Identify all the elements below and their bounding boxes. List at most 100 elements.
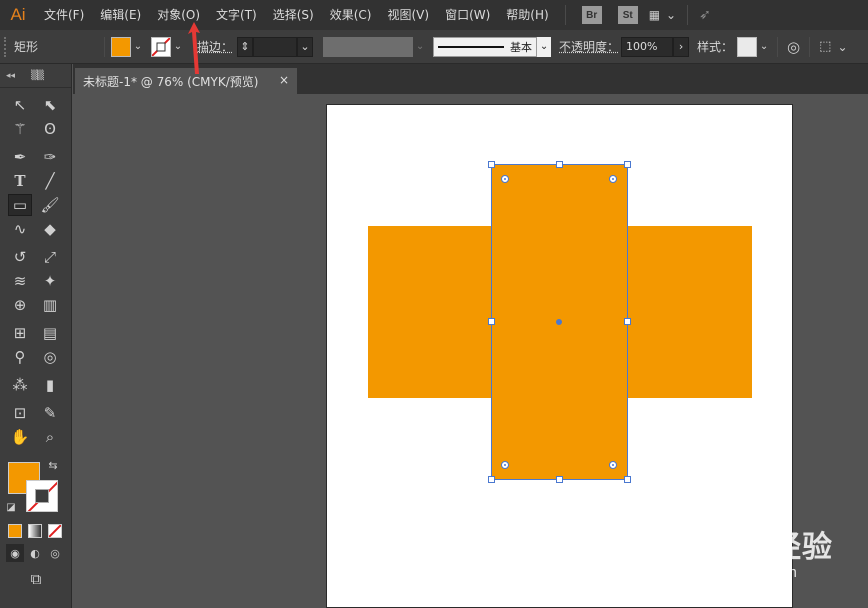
rotate-tool-icon[interactable]: ↺	[8, 246, 32, 268]
opacity-arrow-icon[interactable]: ›	[673, 36, 690, 57]
draw-behind-icon[interactable]: ◐	[26, 544, 44, 562]
swap-fill-stroke-icon[interactable]: ⇆	[46, 458, 60, 472]
artboard-tool-icon[interactable]: ⊡	[8, 402, 32, 424]
close-icon[interactable]: ×	[279, 73, 289, 87]
stroke-color-box[interactable]	[26, 480, 58, 512]
watermark-logo-text: Bai du 经验	[664, 531, 834, 564]
type-tool-icon[interactable]: T	[8, 170, 32, 192]
recolor-artwork-icon[interactable]: ◎	[787, 38, 800, 56]
default-fill-stroke-icon[interactable]: ◪	[4, 500, 18, 514]
stroke-swatch[interactable]	[151, 36, 171, 57]
panel-grip[interactable]	[4, 36, 10, 57]
fill-dropdown-icon[interactable]: ⌄	[131, 37, 145, 57]
brush-dropdown-icon[interactable]: ⌄	[537, 36, 552, 57]
center-point	[556, 319, 562, 325]
corner-widget-top-right[interactable]	[609, 175, 617, 183]
resize-handle-top[interactable]	[556, 161, 563, 168]
menu-select[interactable]: 选择(S)	[265, 0, 322, 30]
screen-mode-icon[interactable]: ⧉	[24, 568, 48, 590]
gradient-mode-button[interactable]	[28, 524, 42, 538]
control-bar: 矩形 ⌄ ⌄ 描边： ⇕ ⌄ ⌄ 基本 ⌄ 不透明度： 100% › 样式： ⌄…	[0, 30, 868, 64]
resize-handle-top-left[interactable]	[488, 161, 495, 168]
scale-tool-icon[interactable]: ⤢	[38, 246, 62, 268]
eraser-tool-icon[interactable]: ◆	[38, 218, 62, 240]
style-label: 样式：	[697, 40, 734, 54]
line-tool-icon[interactable]: ╱	[38, 170, 62, 192]
shape-builder-tool-icon[interactable]: ⊕	[8, 294, 32, 316]
resize-handle-right[interactable]	[624, 318, 631, 325]
none-mode-button[interactable]	[48, 524, 62, 538]
paintbrush-tool-icon[interactable]: 🖌	[38, 194, 62, 216]
profile-dropdown-icon[interactable]: ⌄	[413, 37, 427, 57]
gpu-performance-icon[interactable]: ➶	[699, 7, 711, 23]
menu-effect[interactable]: 效果(C)	[322, 0, 380, 30]
workspace-layout-icon[interactable]: ▦	[649, 8, 660, 22]
puppet-warp-tool-icon[interactable]: ✦	[38, 270, 62, 292]
color-mode-button[interactable]	[8, 524, 22, 538]
zoom-tool-icon[interactable]: ⌕	[38, 426, 62, 448]
stroke-weight-stepper[interactable]: ⇕	[237, 36, 254, 57]
resize-handle-bottom-left[interactable]	[488, 476, 495, 483]
stroke-weight-input[interactable]	[253, 36, 298, 57]
selection-tool-icon[interactable]: ↖	[8, 94, 32, 116]
align-to-icon[interactable]: ⬚	[819, 39, 831, 54]
menu-file[interactable]: 文件(F)	[36, 0, 92, 30]
direct-selection-tool-icon[interactable]: ⬉	[38, 94, 62, 116]
menu-separator	[687, 5, 689, 25]
bridge-button[interactable]: Br	[581, 6, 602, 24]
object-type-label: 矩形	[14, 40, 39, 54]
stroke-dropdown-icon[interactable]: ⌄	[171, 37, 185, 57]
perspective-grid-tool-icon[interactable]: ▥	[38, 294, 62, 316]
resize-handle-left[interactable]	[488, 318, 495, 325]
resize-handle-bottom[interactable]	[556, 476, 563, 483]
right-rectangle[interactable]	[628, 226, 752, 398]
brush-definition[interactable]: 基本	[433, 36, 538, 57]
corner-widget-top-left[interactable]	[501, 175, 509, 183]
shaper-tool-icon[interactable]: ∿	[8, 218, 32, 240]
fill-swatch[interactable]	[111, 36, 131, 57]
control-separator	[777, 36, 779, 57]
slice-tool-icon[interactable]: ✎	[38, 402, 62, 424]
symbol-sprayer-tool-icon[interactable]: ⁂	[8, 374, 32, 396]
resize-handle-bottom-right[interactable]	[624, 476, 631, 483]
opacity-label[interactable]: 不透明度：	[559, 38, 619, 55]
style-dropdown-icon[interactable]: ⌄	[757, 37, 771, 57]
chevron-down-icon[interactable]: ⌄	[666, 8, 676, 22]
draw-inside-icon[interactable]: ◎	[46, 544, 64, 562]
chevron-down-icon[interactable]: ⌄	[837, 40, 847, 54]
stock-button[interactable]: St	[617, 6, 638, 24]
menu-edit[interactable]: 编辑(E)	[92, 0, 149, 30]
stroke-inner-swatch	[35, 489, 49, 503]
hand-tool-icon[interactable]: ✋	[8, 426, 32, 448]
resize-handle-top-right[interactable]	[624, 161, 631, 168]
left-rectangle[interactable]	[368, 226, 492, 398]
gradient-tool-icon[interactable]: ▤	[38, 322, 62, 344]
menu-type[interactable]: 文字(T)	[208, 0, 265, 30]
stroke-weight-dropdown[interactable]: ⌄	[297, 36, 314, 57]
menu-view[interactable]: 视图(V)	[379, 0, 437, 30]
rectangle-tool-icon[interactable]: ▭	[8, 194, 32, 216]
collapse-panel-icon[interactable]: ◂◂	[6, 71, 15, 81]
panel-grip-icon[interactable]: ▒▒	[31, 71, 44, 81]
menu-help[interactable]: 帮助(H)	[498, 0, 556, 30]
variable-width-profile[interactable]	[323, 36, 414, 57]
menu-separator	[564, 5, 566, 25]
lasso-tool-icon[interactable]: ʘ	[38, 118, 62, 140]
column-graph-tool-icon[interactable]: ▮	[38, 374, 62, 396]
draw-normal-icon[interactable]: ◉	[6, 544, 24, 562]
control-separator	[809, 36, 811, 57]
corner-widget-bottom-right[interactable]	[609, 461, 617, 469]
blend-tool-icon[interactable]: ◎	[38, 346, 62, 368]
annotation-arrow	[188, 22, 200, 74]
width-tool-icon[interactable]: ≋	[8, 270, 32, 292]
mesh-tool-icon[interactable]: ⊞	[8, 322, 32, 344]
curvature-tool-icon[interactable]: ✑	[38, 146, 62, 168]
graphic-style-swatch[interactable]	[737, 36, 758, 57]
eyedropper-tool-icon[interactable]: ⚲	[8, 346, 32, 368]
opacity-input[interactable]: 100%	[621, 36, 674, 57]
corner-widget-bottom-left[interactable]	[501, 461, 509, 469]
menu-window[interactable]: 窗口(W)	[437, 0, 498, 30]
magic-wand-tool-icon[interactable]: ⚚	[8, 118, 32, 140]
pen-tool-icon[interactable]: ✒	[8, 146, 32, 168]
tools-panel: ◂◂ ▒▒ ↖ ⬉ ⚚ ʘ ✒ ✑ T ╱ ▭ 🖌 ∿ ◆ ↺ ⤢ ≋ ✦ ⊕ …	[0, 64, 72, 608]
